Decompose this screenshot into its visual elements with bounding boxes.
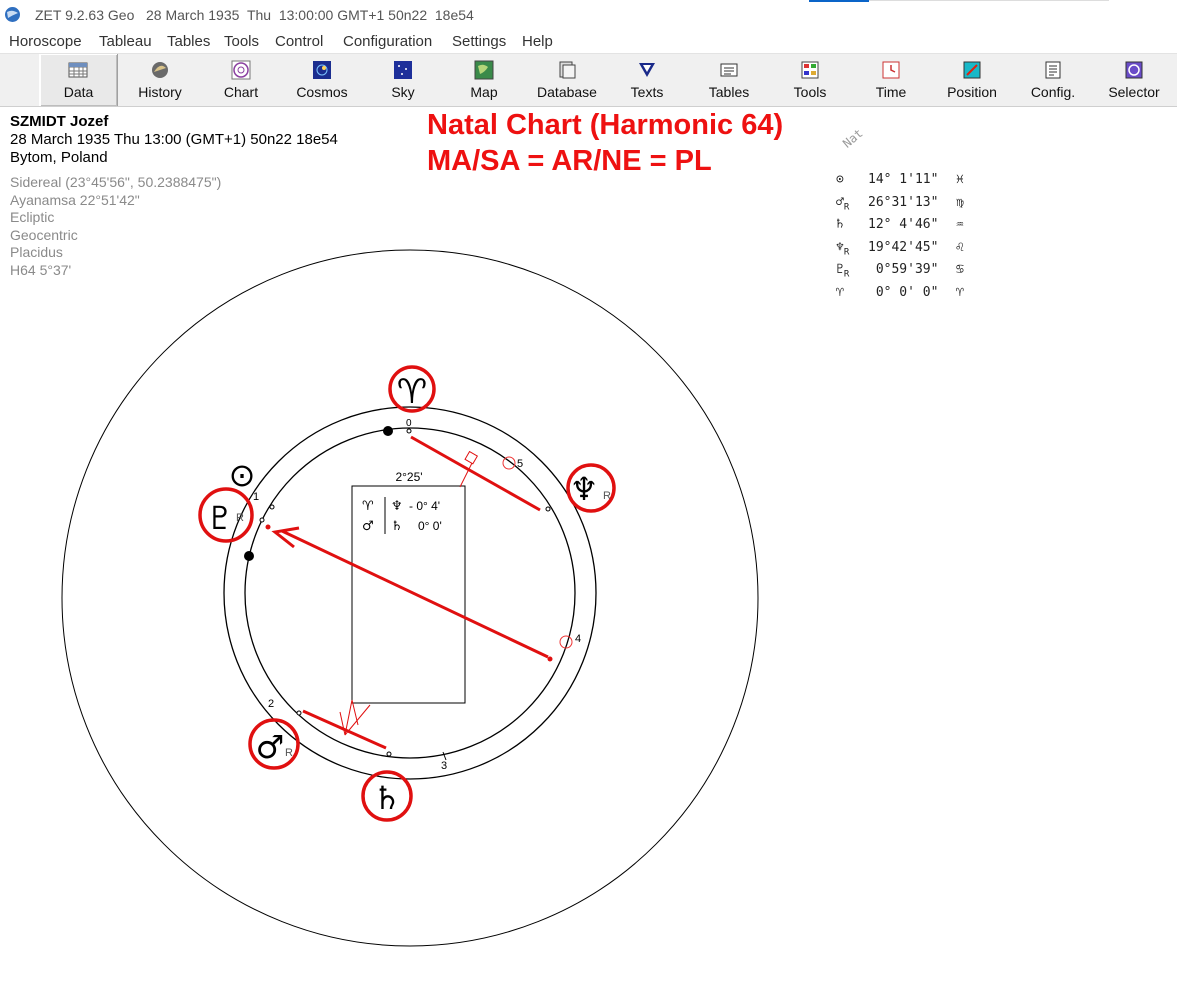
- house-number: 0: [406, 418, 412, 429]
- neptune-icon: ♆: [570, 470, 599, 508]
- retrograde-label: R: [285, 747, 293, 759]
- aries-icon: ♈: [362, 499, 374, 514]
- saturn-icon: ♄: [391, 519, 403, 534]
- planet-marker: [547, 656, 553, 662]
- planet-marker: [545, 506, 551, 512]
- box-value: 0° 0': [418, 519, 442, 533]
- pluto-icon: ♇: [206, 499, 235, 537]
- mars-icon: ♂: [362, 519, 374, 534]
- house-marker: [502, 456, 516, 470]
- cusp-dot: [383, 426, 393, 436]
- box-title: 2°25': [395, 470, 422, 484]
- neptune-icon: ♆: [391, 499, 403, 514]
- house-tick: [442, 751, 447, 761]
- planet-marker: [265, 524, 271, 530]
- cusp-dot: [244, 551, 254, 561]
- house-number: 2: [268, 698, 274, 710]
- planet-marker: [259, 517, 265, 523]
- house-number: 4: [575, 633, 581, 645]
- midpoint-pointer-head: [464, 450, 479, 465]
- planet-marker: [386, 751, 392, 757]
- box-value: - 0° 4': [409, 499, 440, 513]
- chart-wheel[interactable]: 2°25' ♈ ♆ - 0° 4' ♂ ♄ 0° 0' 5 4 3 2 1 0 …: [0, 0, 1177, 1000]
- midpoint-axis-line: [302, 709, 387, 750]
- saturn-icon: ♄: [373, 779, 402, 817]
- mars-icon: ♂: [256, 728, 285, 766]
- house-number: 5: [517, 458, 523, 470]
- retrograde-label: R: [603, 490, 611, 502]
- aries-icon: ♈: [397, 372, 427, 412]
- planet-marker: [406, 428, 412, 434]
- planet-marker: [296, 710, 302, 716]
- planet-marker: [269, 504, 275, 510]
- retrograde-label: R: [236, 512, 244, 524]
- house-number: 3: [441, 760, 447, 772]
